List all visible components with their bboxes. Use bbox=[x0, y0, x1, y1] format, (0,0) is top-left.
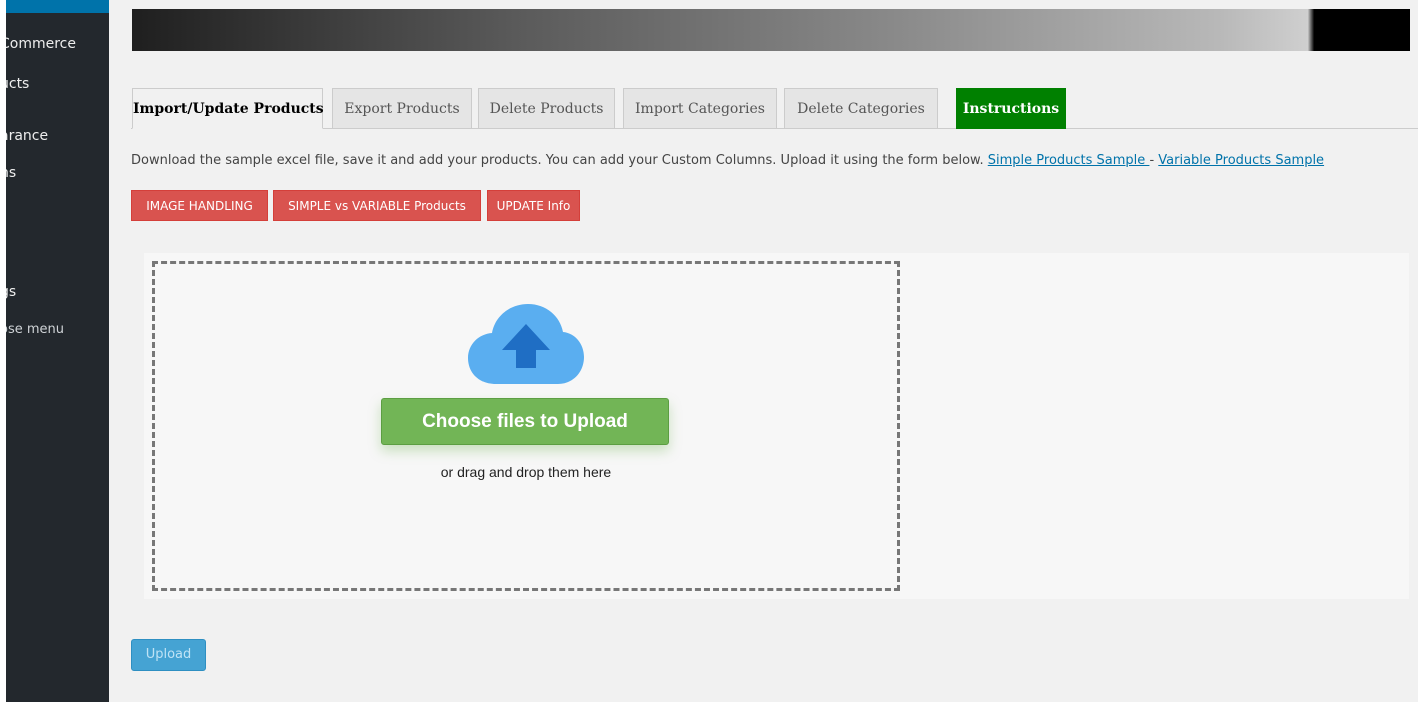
simple-products-sample-link[interactable]: Simple Products Sample bbox=[988, 153, 1150, 168]
upload-button[interactable]: Upload bbox=[131, 639, 206, 671]
tab-export-products[interactable]: Export Products bbox=[332, 88, 472, 129]
choose-files-button[interactable]: Choose files to Upload bbox=[381, 398, 669, 445]
sidebar-item-appearance[interactable]: arance bbox=[6, 128, 48, 144]
tab-bar: Import/Update Products Export Products D… bbox=[132, 88, 1418, 129]
plugin-banner bbox=[132, 9, 1410, 51]
update-info-button[interactable]: UPDATE Info bbox=[487, 190, 580, 221]
description-body: Download the sample excel file, save it … bbox=[131, 153, 984, 168]
tab-import-categories[interactable]: Import Categories bbox=[623, 88, 777, 129]
image-handling-button[interactable]: IMAGE HANDLING bbox=[131, 190, 268, 221]
tab-import-update-products[interactable]: Import/Update Products bbox=[132, 88, 324, 129]
sidebar-item-woocommerce[interactable]: Commerce bbox=[6, 36, 76, 52]
sidebar-item-plugins[interactable]: ns bbox=[6, 165, 16, 181]
admin-sidebar: Commerce ucts arance ns gs ose menu bbox=[6, 0, 109, 702]
link-separator: - bbox=[1149, 153, 1155, 168]
drag-drop-hint: or drag and drop them here bbox=[440, 464, 612, 480]
sidebar-collapse-menu[interactable]: ose menu bbox=[6, 322, 64, 337]
variable-products-sample-link[interactable]: Variable Products Sample bbox=[1158, 153, 1324, 168]
simple-vs-variable-button[interactable]: SIMPLE vs VARIABLE Products bbox=[273, 190, 481, 221]
cloud-upload-icon bbox=[468, 304, 584, 384]
tab-delete-categories[interactable]: Delete Categories bbox=[784, 88, 938, 129]
tab-delete-products[interactable]: Delete Products bbox=[478, 88, 615, 129]
description-text: Download the sample excel file, save it … bbox=[131, 153, 1324, 168]
upload-area: Choose files to Upload or drag and drop … bbox=[144, 253, 1409, 599]
sidebar-item-products[interactable]: ucts bbox=[6, 76, 29, 92]
tab-instructions[interactable]: Instructions bbox=[956, 88, 1066, 129]
sidebar-item-settings[interactable]: gs bbox=[6, 284, 16, 300]
sidebar-active-indicator bbox=[6, 0, 109, 13]
file-dropzone[interactable]: Choose files to Upload or drag and drop … bbox=[152, 261, 900, 591]
main-content: Import/Update Products Export Products D… bbox=[109, 0, 1418, 702]
